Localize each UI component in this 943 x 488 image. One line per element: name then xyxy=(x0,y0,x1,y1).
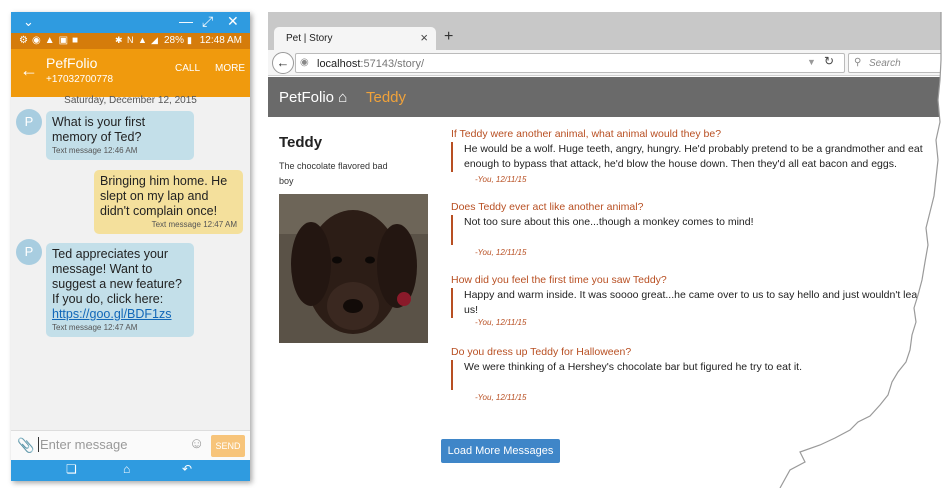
back-button[interactable]: ← xyxy=(272,52,294,74)
message-input[interactable]: Enter message xyxy=(38,437,127,452)
nfc-icon: N xyxy=(127,35,134,45)
brand-link[interactable]: PetFolio ⌂ xyxy=(279,89,347,106)
message-bubble-outgoing[interactable]: Bringing him home. He slept on my lap an… xyxy=(94,170,243,234)
browser-window: Pet | Story × + ← ◉ localhost:57143/stor… xyxy=(268,12,943,482)
signal-icon: ◢ xyxy=(151,35,158,45)
load-more-button[interactable]: Load More Messages xyxy=(441,439,560,463)
chevron-down-icon[interactable]: ⌄ xyxy=(23,14,34,30)
story-answer: Not too sure about this one...though a m… xyxy=(451,215,943,257)
browser-toolbar: ← ◉ localhost:57143/story/ ▼ ↻ ⚲ Search xyxy=(268,50,943,76)
battery-icon: ▮ xyxy=(187,35,192,45)
url-text: localhost:57143/story/ xyxy=(317,58,424,70)
answer-bar xyxy=(451,142,453,172)
expand-icon[interactable]: ⤢ xyxy=(202,13,213,30)
story-item: Does Teddy ever act like another animal?… xyxy=(451,201,943,257)
phone-screen: ⌄ — ⤢ ✕ ⚙◉▲▣■ ✱ N ▲ ◢ 28% ▮ 12:48 AM ← P… xyxy=(11,12,250,481)
globe-icon: ◉ xyxy=(300,57,309,68)
story-answer: Happy and warm inside. It was soooo grea… xyxy=(451,288,943,327)
notification-icons: ⚙◉▲▣■ xyxy=(19,35,83,46)
browser-tab[interactable]: Pet | Story × xyxy=(274,27,436,50)
message-timestamp: Text message 12:47 AM xyxy=(52,323,138,332)
status-bar: ⚙◉▲▣■ ✱ N ▲ ◢ 28% ▮ 12:48 AM xyxy=(11,33,250,49)
battery-text: 28% xyxy=(164,35,185,46)
answer-line: We were thinking of a Hershey's chocolat… xyxy=(464,361,802,373)
story-attribution: -You, 12/11/15 xyxy=(475,248,527,257)
message-link[interactable]: https://goo.gl/BDF1zs xyxy=(52,307,172,321)
story-attribution: -You, 12/11/15 xyxy=(475,393,527,402)
contact-name: PefFolio xyxy=(46,55,98,71)
message-text: Bringing him home. He slept on my lap an… xyxy=(100,174,228,218)
close-icon[interactable]: ✕ xyxy=(227,13,239,30)
url-path: :57143/story/ xyxy=(360,58,425,70)
tab-strip: Pet | Story × + xyxy=(268,12,943,50)
story-answer: We were thinking of a Hershey's chocolat… xyxy=(451,360,943,402)
story-item: How did you feel the first time you saw … xyxy=(451,274,943,327)
emulator-title-bar: ⌄ — ⤢ ✕ xyxy=(11,12,250,33)
site-navbar: PetFolio ⌂ Teddy xyxy=(268,77,943,117)
answer-bar xyxy=(451,360,453,390)
new-tab-icon[interactable]: + xyxy=(444,28,453,46)
minimize-icon[interactable]: — xyxy=(179,13,193,29)
story-item: If Teddy were another animal, what anima… xyxy=(451,128,943,184)
more-button[interactable]: MORE xyxy=(215,63,245,74)
url-host: localhost xyxy=(317,58,361,70)
message-text: What is your first memory of Ted? xyxy=(52,115,146,144)
wifi-icon: ▲ xyxy=(138,35,147,45)
back-icon[interactable]: ↶ xyxy=(182,462,192,476)
date-header: Saturday, December 12, 2015 xyxy=(64,95,197,106)
story-question: Does Teddy ever act like another animal? xyxy=(451,201,644,213)
dropdown-arrow-icon[interactable]: ▼ xyxy=(807,57,816,67)
story-attribution: -You, 12/11/15 xyxy=(475,318,527,327)
search-box[interactable]: ⚲ Search xyxy=(848,53,943,73)
dog-photo xyxy=(279,194,428,343)
conversation-header: ← PefFolio +17032700778 CALL MORE xyxy=(11,49,250,97)
story-item: Do you dress up Teddy for Halloween? We … xyxy=(451,346,943,402)
home-icon: ⌂ xyxy=(338,89,348,106)
search-icon: ⚲ xyxy=(854,57,862,68)
home-icon[interactable]: ⌂ xyxy=(123,462,130,476)
answer-bar xyxy=(451,288,453,318)
message-composer: 📎 Enter message ☺ SEND xyxy=(11,430,250,460)
answer-line: enough to bypass that attack, he'd blow … xyxy=(464,158,897,170)
message-text: Ted appreciates your message! Want to su… xyxy=(52,247,182,306)
story-question: If Teddy were another animal, what anima… xyxy=(451,128,722,140)
answer-line: He would be a wolf. Huge teeth, angry, h… xyxy=(464,143,923,155)
tab-close-icon[interactable]: × xyxy=(420,30,428,45)
reload-icon[interactable]: ↻ xyxy=(824,54,834,68)
pet-description: The chocolate flavored bad boy xyxy=(279,161,388,186)
bluetooth-icon: ✱ xyxy=(115,35,123,45)
brand-text: PetFolio xyxy=(279,89,335,106)
answer-line: Not too sure about this one...though a m… xyxy=(464,216,754,228)
story-question: How did you feel the first time you saw … xyxy=(451,274,667,286)
avatar[interactable]: P xyxy=(16,239,42,265)
pet-link[interactable]: Teddy xyxy=(366,89,406,106)
answer-bar xyxy=(451,215,453,245)
search-placeholder: Search xyxy=(869,58,901,69)
answer-line: us! xyxy=(464,304,479,316)
emoji-icon[interactable]: ☺ xyxy=(189,435,204,452)
tab-title: Pet | Story xyxy=(286,33,333,44)
attach-icon[interactable]: 📎 xyxy=(17,437,34,454)
page-content: Teddy The chocolate flavored bad boy If … xyxy=(268,117,943,482)
answer-line: Happy and warm inside. It was soooo grea… xyxy=(464,289,918,301)
clock: 12:48 AM xyxy=(199,35,242,46)
contact-number: +17032700778 xyxy=(46,74,114,85)
story-question: Do you dress up Teddy for Halloween? xyxy=(451,346,632,358)
message-timestamp: Text message 12:46 AM xyxy=(52,146,138,155)
avatar[interactable]: P xyxy=(16,109,42,135)
message-bubble-incoming[interactable]: What is your first memory of Ted? Text m… xyxy=(46,111,194,160)
story-attribution: -You, 12/11/15 xyxy=(475,175,527,184)
message-timestamp: Text message 12:47 AM xyxy=(151,220,237,229)
pet-name: Teddy xyxy=(279,134,323,151)
pet-photo xyxy=(279,194,428,343)
recent-apps-icon[interactable]: ❏ xyxy=(66,462,77,476)
message-bubble-incoming[interactable]: Ted appreciates your message! Want to su… xyxy=(46,243,194,337)
call-button[interactable]: CALL xyxy=(175,63,200,74)
back-arrow-icon[interactable]: ← xyxy=(20,60,38,81)
story-answer: He would be a wolf. Huge teeth, angry, h… xyxy=(451,142,943,184)
send-button[interactable]: SEND xyxy=(211,435,245,457)
address-bar[interactable]: ◉ localhost:57143/story/ ▼ xyxy=(295,53,845,73)
system-nav-bar: ❏ ⌂ ↶ xyxy=(11,460,250,481)
